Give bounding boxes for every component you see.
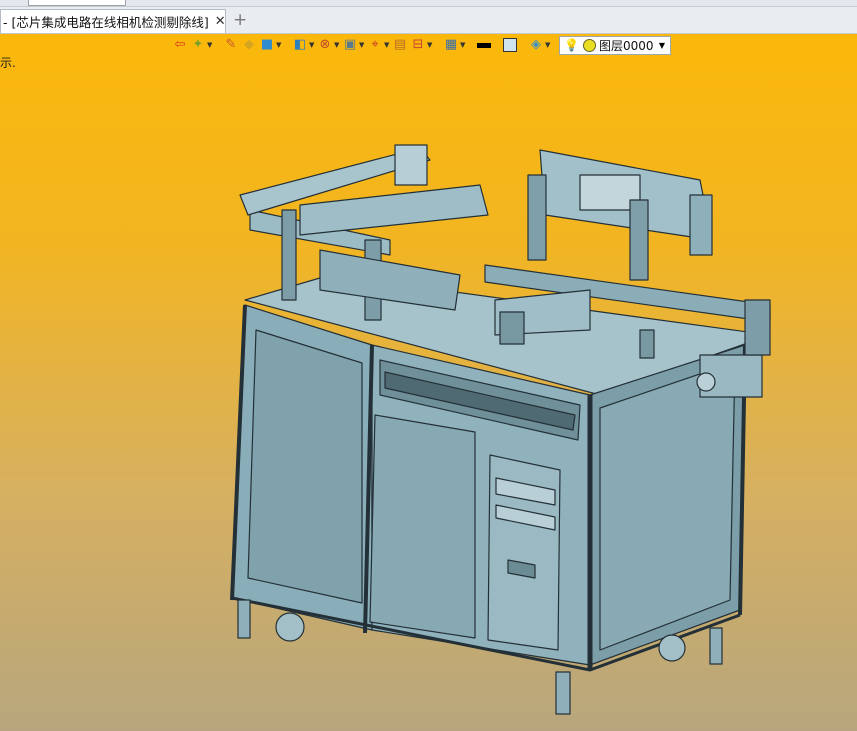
bulb-icon: 💡: [564, 38, 579, 52]
view-toolbar: ⇦ ✦ ▼ ✎ ◆ ■ ▼ ◧ ▼ ⊗ ▼ ▣ ▼ ⌖ ▼ ▤ ⊟ ▼ ▦ ▼ …: [172, 34, 671, 56]
new-tab-button[interactable]: +: [233, 10, 247, 30]
light-icon: ✦: [192, 37, 204, 52]
color-swatch-black: [476, 37, 492, 53]
foot-left: [237, 599, 251, 639]
light-button[interactable]: ✦ ▼: [190, 35, 213, 55]
cube-icon: ■: [260, 37, 274, 52]
chevron-down-icon[interactable]: ▼: [207, 41, 213, 49]
chevron-down-icon[interactable]: ▼: [460, 41, 466, 49]
caster-right: [658, 634, 686, 662]
surface-icon: ◈: [531, 37, 541, 52]
box-icon: ◆: [244, 37, 254, 52]
box-button[interactable]: ◆: [241, 35, 257, 55]
foot-center: [555, 671, 571, 715]
surface-button[interactable]: ◈ ▼: [528, 35, 551, 55]
display-button[interactable]: ▦ ▼: [443, 35, 466, 55]
wireframe-button[interactable]: ▣ ▼: [342, 35, 365, 55]
target-icon: ⌖: [371, 37, 379, 52]
document-tab-title: - [芯片集成电路在线相机检测剔除线]: [3, 15, 209, 30]
document-tab-bar: - [芯片集成电路在线相机检测剔除线] ✕ +: [0, 7, 857, 34]
machine-model[interactable]: [0, 34, 857, 731]
document-tab[interactable]: - [芯片集成电路在线相机检测剔除线] ✕: [0, 9, 226, 33]
section-icon: ▤: [393, 37, 407, 52]
3d-viewport[interactable]: 示. ⇦ ✦ ▼ ✎ ◆ ■ ▼ ◧ ▼ ⊗ ▼ ▣ ▼ ⌖ ▼ ▤ ⊟ ▼ ▦…: [0, 34, 857, 731]
caster-left: [275, 612, 305, 642]
pen-icon: ✎: [225, 37, 237, 52]
chevron-down-icon[interactable]: ▼: [545, 41, 551, 49]
fill-color-button[interactable]: [502, 35, 518, 55]
pen-button[interactable]: ✎: [223, 35, 239, 55]
layer-dropdown[interactable]: 💡 图层0000 ▼: [559, 35, 671, 55]
render-button[interactable]: ⊗ ▼: [317, 35, 340, 55]
cabinet-door-center: [369, 414, 476, 639]
chevron-down-icon[interactable]: ▼: [276, 41, 282, 49]
wireframe-icon: ▣: [343, 37, 357, 52]
view-orient-icon: ◧: [293, 37, 307, 52]
section-button[interactable]: ▤: [392, 35, 408, 55]
top-input-field[interactable]: [28, 0, 126, 6]
close-icon[interactable]: ✕: [215, 14, 226, 29]
chevron-down-icon[interactable]: ▼: [384, 41, 390, 49]
foot-right: [709, 627, 723, 665]
chevron-down-icon[interactable]: ▼: [334, 41, 340, 49]
cube-button[interactable]: ■ ▼: [259, 35, 282, 55]
chevron-down-icon[interactable]: ▼: [359, 41, 365, 49]
chevron-down-icon[interactable]: ▼: [427, 41, 433, 49]
dimension-button[interactable]: ⊟ ▼: [410, 35, 433, 55]
dimension-icon: ⊟: [412, 37, 424, 52]
color-swatch-light: [502, 37, 518, 53]
exit-icon: ⇦: [174, 37, 186, 52]
layer-color-icon: [582, 38, 596, 52]
layer-label: 图层0000: [598, 38, 654, 53]
chevron-down-icon: ▼: [658, 40, 665, 50]
view-orient-button[interactable]: ◧ ▼: [292, 35, 315, 55]
top-toolbar-strip: [0, 0, 857, 7]
chevron-down-icon[interactable]: ▼: [309, 41, 315, 49]
render-icon: ⊗: [319, 37, 331, 52]
line-color-button[interactable]: [476, 35, 492, 55]
exit-view-button[interactable]: ⇦: [172, 35, 188, 55]
target-button[interactable]: ⌖ ▼: [367, 35, 390, 55]
display-icon: ▦: [444, 37, 458, 52]
